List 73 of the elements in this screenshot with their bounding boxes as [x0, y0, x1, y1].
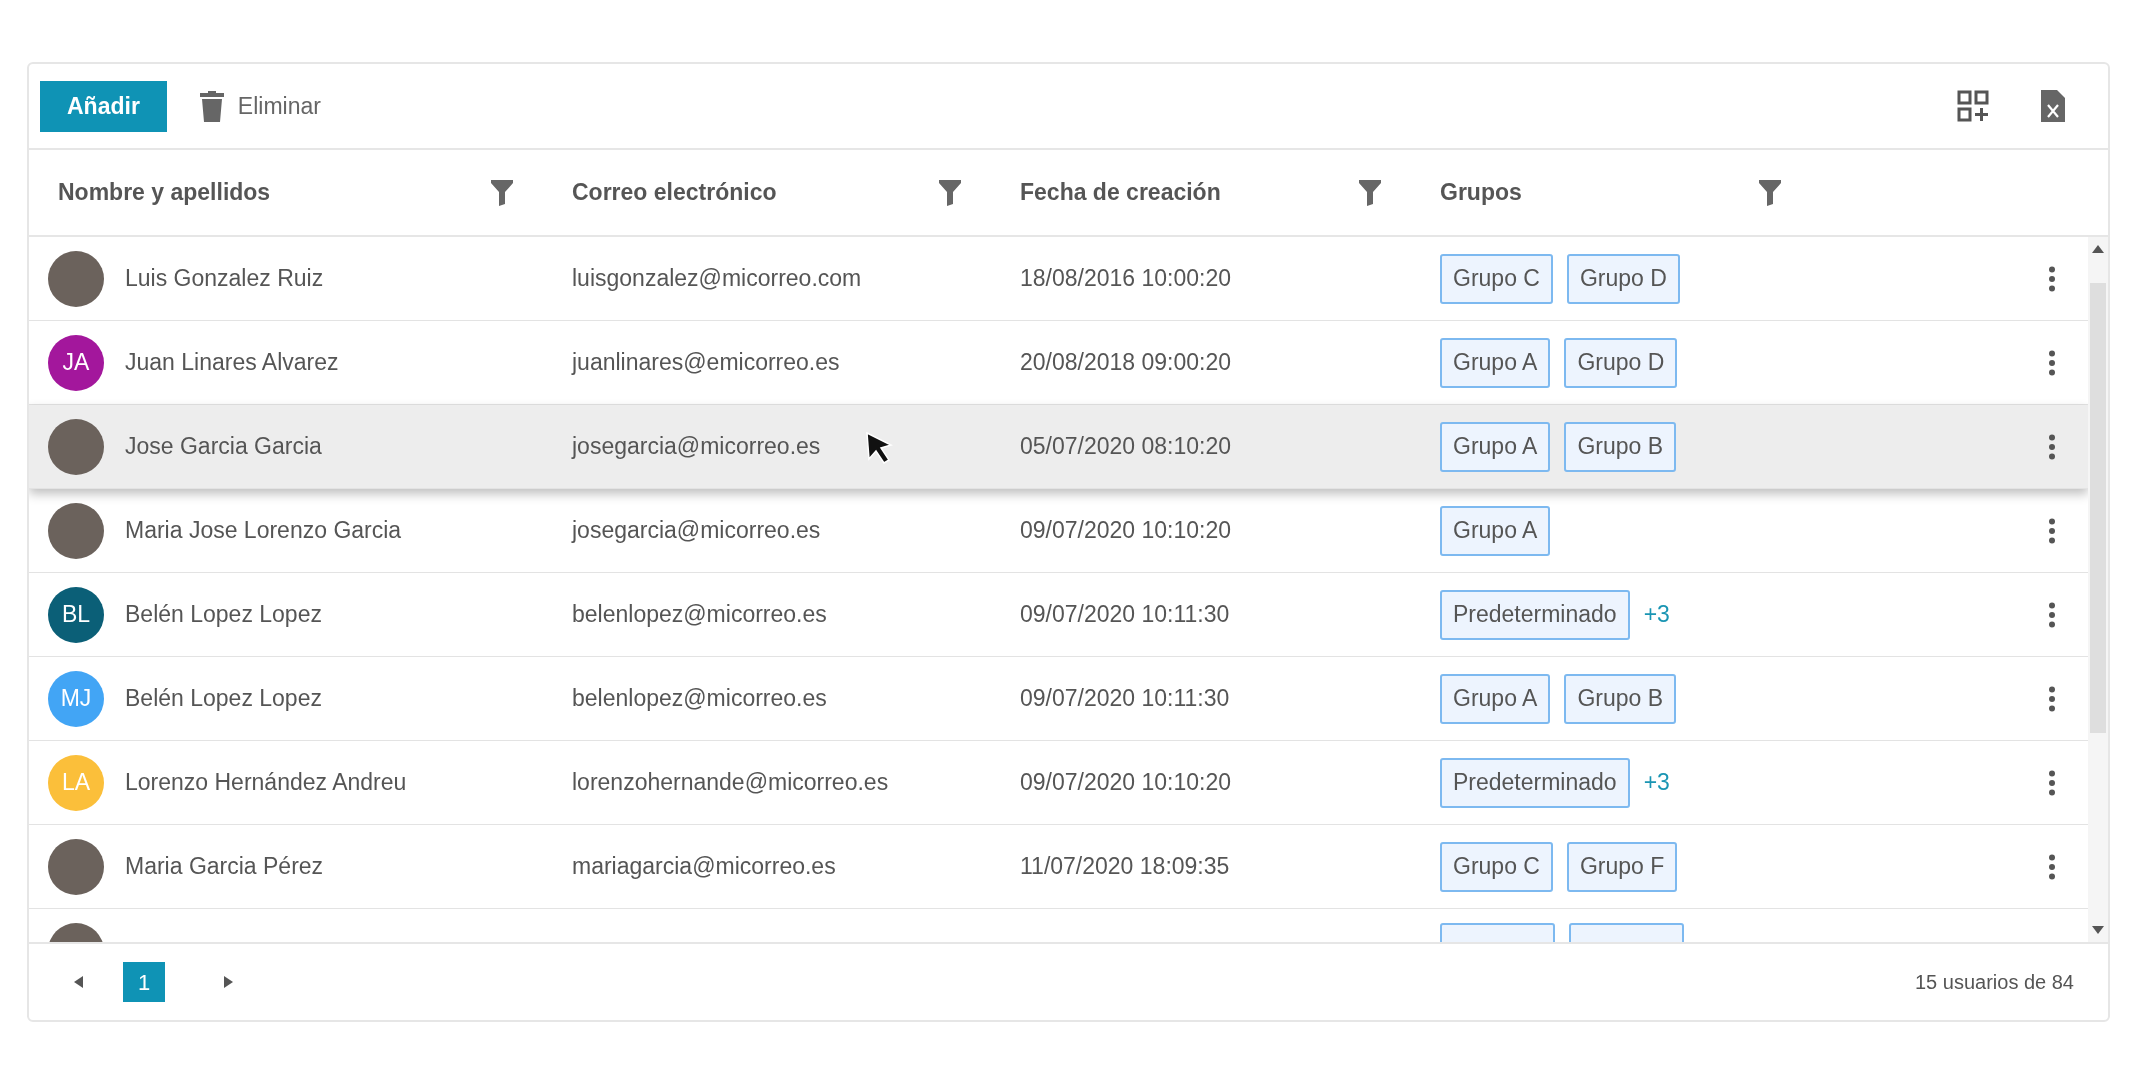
group-tag: Grupo D [1564, 337, 1678, 388]
caret-left-icon [73, 976, 83, 988]
avatar-initials: BL [48, 586, 104, 643]
email-text: luisgonzalez@micorreo.com [572, 264, 862, 294]
group-tag: Grupo B [1564, 673, 1677, 724]
more-options-icon[interactable] [2048, 853, 2056, 880]
table-row[interactable]: Jose Garcia Garcia josegarcia@micorreo.es 05/07/2020 08:10:20 Grupo A Grupo B [29, 405, 2088, 489]
more-options-icon[interactable] [2048, 517, 2056, 544]
user-name: Juan Linares Alvarez [125, 348, 339, 378]
spreadsheet-file-icon[interactable] [2041, 90, 2065, 122]
page-button[interactable]: 1 [123, 962, 165, 1002]
more-options-icon[interactable] [2048, 349, 2056, 376]
column-header[interactable]: Fecha de creación [1020, 175, 1221, 210]
group-tag: Grupo A [1440, 421, 1551, 472]
group-tag: Predeterminado [1440, 589, 1630, 640]
caret-right-icon [223, 976, 233, 988]
email-text: josegarcia@micorreo.es [572, 432, 821, 462]
filter-icon[interactable] [491, 179, 513, 206]
date-text: 11/07/2020 18:09:35 [1020, 853, 1230, 880]
user-name: Belén Lopez Lopez [125, 600, 322, 630]
user-name: Maria Jose Lorenzo Garcia [125, 516, 402, 546]
scrollbar[interactable] [2088, 237, 2108, 942]
date-text: 05/07/2020 08:10:20 [1020, 433, 1232, 460]
user-name: Jose Garcia Garcia [125, 432, 322, 462]
avatar-initials: LA [48, 754, 104, 811]
group-tag: Grupo A [1440, 337, 1551, 388]
more-options-icon[interactable] [2048, 769, 2056, 796]
group-tag: Grupo D [1566, 253, 1680, 304]
group-tag: Grupo A [1440, 673, 1551, 724]
cursor-icon [865, 431, 895, 465]
more-options-icon[interactable] [2048, 601, 2056, 628]
add-widget-icon[interactable] [1957, 90, 1989, 122]
date-text: 20/08/2018 09:00:20 [1020, 349, 1232, 376]
avatar-initials: MJ [48, 670, 104, 727]
scroll-up-icon[interactable] [2092, 245, 2104, 253]
avatar-initials: JA [48, 334, 104, 391]
delete-button[interactable]: Eliminar [199, 88, 321, 124]
email-text: josegarcia@micorreo.es [572, 516, 821, 546]
date-text: 09/07/2020 10:10:20 [1020, 769, 1232, 796]
group-tag: Grupo C [1440, 253, 1553, 304]
email-text: belenlopez@micorreo.es [572, 684, 827, 714]
scroll-down-icon[interactable] [2092, 926, 2104, 934]
more-options-icon[interactable] [2048, 433, 2056, 460]
filter-icon[interactable] [1359, 179, 1381, 206]
column-header[interactable]: Nombre y apellidos [58, 175, 271, 210]
date-text: 09/07/2020 10:10:20 [1020, 517, 1232, 544]
filter-icon[interactable] [939, 179, 961, 206]
email-text: belenlopez@micorreo.es [572, 600, 827, 630]
group-tag: Grupo B [1564, 421, 1677, 472]
group-tag: Predeterminado [1440, 757, 1630, 808]
email-text: juanlinares@emicorreo.es [572, 348, 840, 378]
group-tag: Grupo F [1566, 841, 1678, 892]
trash-icon [199, 90, 224, 122]
group-tag: Grupo A [1440, 505, 1551, 556]
date-text: 09/07/2020 10:11:30 [1020, 685, 1230, 712]
user-name: Lorenzo Hernández Andreu [125, 768, 407, 798]
more-groups-count[interactable]: +3 [1643, 597, 1670, 632]
add-button[interactable]: Añadir [40, 80, 167, 132]
filter-icon[interactable] [1759, 179, 1781, 206]
email-text: lorenzohernande@micorreo.es [572, 768, 889, 798]
user-name: Luis Gonzalez Ruiz [125, 264, 324, 294]
results-count: 15 usuarios de 84 [1915, 970, 2074, 995]
user-name: Belén Lopez Lopez [125, 684, 322, 714]
date-text: 09/07/2020 10:11:30 [1020, 601, 1230, 628]
more-options-icon[interactable] [2048, 685, 2056, 712]
more-groups-count[interactable]: +3 [1643, 765, 1670, 800]
more-options-icon[interactable] [2048, 265, 2056, 292]
date-text: 18/08/2016 10:00:20 [1020, 265, 1232, 292]
email-text: mariagarcia@micorreo.es [572, 852, 836, 882]
column-header[interactable]: Correo electrónico [572, 175, 777, 210]
group-tag: Grupo C [1440, 841, 1553, 892]
user-name: Maria Garcia Pérez [125, 852, 324, 882]
column-header[interactable]: Grupos [1440, 175, 1522, 210]
